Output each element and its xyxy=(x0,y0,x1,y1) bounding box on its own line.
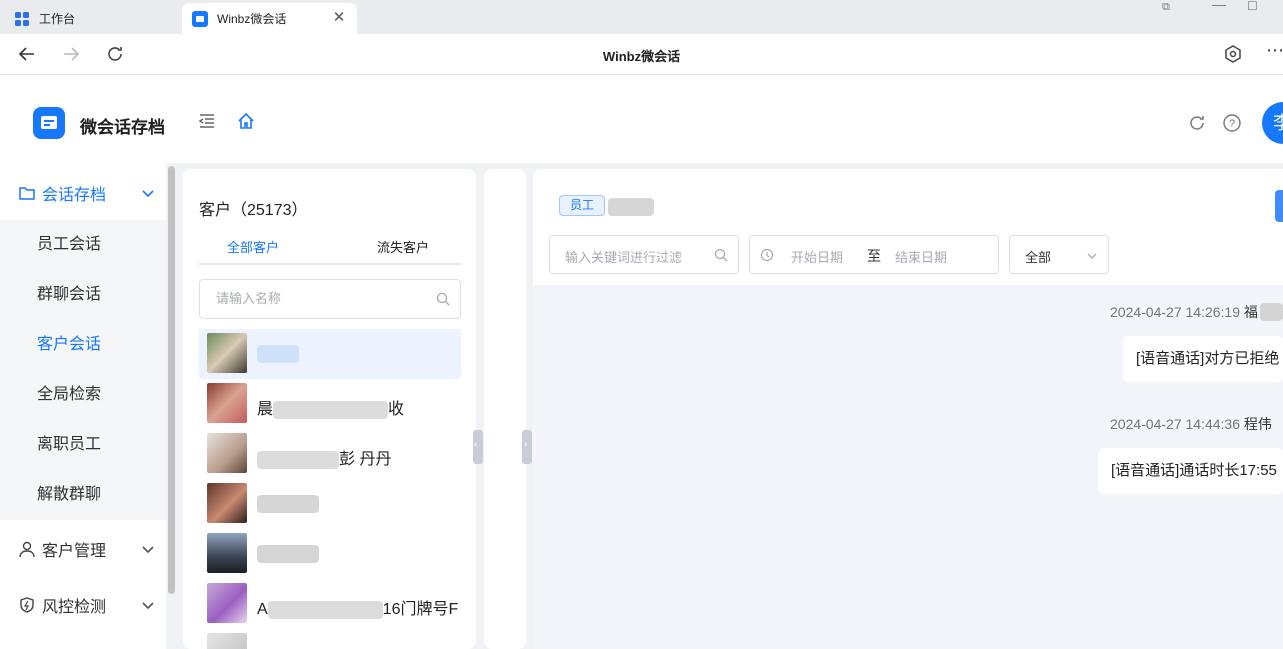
sidebar-item-dissolved-groups[interactable]: 解散群聊 xyxy=(0,470,166,520)
home-icon[interactable] xyxy=(236,111,256,131)
customer-list-item[interactable]: 彭 丹丹 xyxy=(199,429,461,479)
keyword-filter-input[interactable]: 输入关键词进行过滤 xyxy=(549,235,739,274)
customer-list-item[interactable] xyxy=(199,479,461,529)
customer-avatar xyxy=(207,383,247,423)
page-title: Winbz微会话 xyxy=(602,49,681,64)
sidebar-group-label: 客户管理 xyxy=(42,543,107,560)
chevron-down-icon xyxy=(142,546,154,554)
keyword-placeholder: 输入关键词进行过滤 xyxy=(565,250,683,265)
customer-count-title: 客户（25173） xyxy=(199,202,308,219)
customer-avatar xyxy=(207,433,247,473)
sidebar-item-employee-chat[interactable]: 员工会话 xyxy=(0,220,166,270)
search-icon xyxy=(436,292,450,306)
customer-list-item[interactable] xyxy=(199,529,461,579)
search-icon xyxy=(714,248,728,262)
message-timestamp: 2024-04-27 14:26:19 福 xyxy=(1110,304,1258,320)
browser-tabbar: 工作台 Winbz微会话 ✕ ⧉ — ☐ xyxy=(0,0,1283,34)
browser-navbar: Winbz微会话 ⋯ xyxy=(0,34,1283,75)
customer-name: A 16门牌号F xyxy=(257,600,459,619)
sidebar-item-customer-chat[interactable]: 客户会话 xyxy=(0,320,166,370)
sidebar-group-customer-management[interactable]: 客户管理 xyxy=(0,523,166,575)
message-timestamp: 2024-04-27 14:44:36 程伟 xyxy=(1110,416,1272,432)
customer-list-item[interactable] xyxy=(199,329,461,379)
sidebar-group-label: 会话存档 xyxy=(42,187,107,204)
customer-name: 彭 丹丹 xyxy=(257,445,391,469)
date-range-picker[interactable]: 开始日期 至 结束日期 xyxy=(749,235,999,274)
clock-icon xyxy=(760,248,774,262)
more-dots-icon[interactable]: ⋯ xyxy=(1266,40,1283,61)
sidebar-item-global-search[interactable]: 全局检索 xyxy=(0,370,166,420)
app-title: 微会话存档 xyxy=(80,118,165,137)
folder-icon xyxy=(19,187,35,200)
tab-label: Winbz微会话 xyxy=(217,12,287,26)
browser-tab-workbench[interactable]: 工作台 xyxy=(6,3,178,34)
blurred-sender xyxy=(1260,303,1283,321)
customer-list-item[interactable]: 晨收 xyxy=(199,379,461,429)
customer-name xyxy=(257,495,319,513)
message-type-select[interactable]: 全部 xyxy=(1009,235,1109,274)
customer-list-item[interactable] xyxy=(199,629,461,649)
collapse-left-button[interactable]: ‹ xyxy=(473,430,483,464)
start-date-placeholder: 开始日期 xyxy=(791,250,844,265)
chevron-down-icon xyxy=(1087,253,1097,259)
menu-fold-icon[interactable] xyxy=(197,111,217,131)
expand-right-button[interactable]: › xyxy=(522,430,532,464)
customer-search-input[interactable]: 请输入名称 xyxy=(199,279,461,319)
customer-avatar xyxy=(207,483,247,523)
sidebar-group-session-archive[interactable]: 会话存档 xyxy=(0,167,166,219)
shield-icon xyxy=(20,597,34,613)
minimize-icon[interactable]: — xyxy=(1212,0,1226,12)
employee-tag: 员工 xyxy=(559,195,605,216)
settings-hexagon-icon[interactable] xyxy=(1222,43,1244,65)
customer-avatar xyxy=(207,583,247,623)
sidebar-item-resigned-staff[interactable]: 离职员工 xyxy=(0,420,166,470)
app-logo-icon xyxy=(33,107,65,139)
date-separator: 至 xyxy=(867,248,881,264)
blurred-employee-name xyxy=(608,198,654,216)
help-icon[interactable]: ? xyxy=(1222,113,1242,133)
search-placeholder: 请输入名称 xyxy=(216,291,282,306)
grid-apps-icon xyxy=(15,11,29,26)
customer-avatar xyxy=(207,333,247,373)
chat-message-bubble: [语音通话]对方已拒绝 xyxy=(1123,336,1283,382)
tab-underline xyxy=(199,263,461,265)
customer-name xyxy=(257,345,299,363)
tab-label: 工作台 xyxy=(39,12,76,26)
chevron-down-icon xyxy=(142,602,154,610)
collapsed-middle-panel xyxy=(484,169,526,649)
sidebar-item-group-chat[interactable]: 群聊会话 xyxy=(0,270,166,320)
customer-name: 晨收 xyxy=(257,400,405,419)
tab-all-customers[interactable]: 全部客户 xyxy=(227,237,279,256)
browser-tab-winbz[interactable]: Winbz微会话 ✕ xyxy=(182,3,357,34)
sidebar-group-label: 风控检测 xyxy=(42,599,107,616)
select-value: 全部 xyxy=(1025,250,1052,265)
maximize-icon[interactable]: ☐ xyxy=(1247,0,1258,14)
end-date-placeholder: 结束日期 xyxy=(895,250,948,265)
chat-app-icon xyxy=(192,10,208,27)
svg-text:?: ? xyxy=(1229,118,1235,130)
tab-lost-customers[interactable]: 流失客户 xyxy=(377,237,429,256)
sidebar-scrollbar-thumb[interactable] xyxy=(168,166,175,594)
chat-message-bubble: [语音通话]通话时长17:55 xyxy=(1098,448,1283,494)
action-button[interactable] xyxy=(1275,190,1283,222)
chevron-down-icon xyxy=(142,190,154,198)
refresh-icon[interactable] xyxy=(1187,113,1207,133)
customer-name xyxy=(257,545,319,563)
app-header xyxy=(0,75,1283,163)
user-icon xyxy=(19,541,35,558)
sidebar-group-risk-control[interactable]: 风控检测 xyxy=(0,579,166,631)
customer-avatar xyxy=(207,533,247,573)
customer-list-item[interactable]: A 16门牌号F xyxy=(199,579,461,629)
customer-avatar xyxy=(207,633,247,649)
restore-tab-icon[interactable]: ⧉ xyxy=(1162,1,1170,15)
close-icon[interactable]: ✕ xyxy=(331,10,347,26)
